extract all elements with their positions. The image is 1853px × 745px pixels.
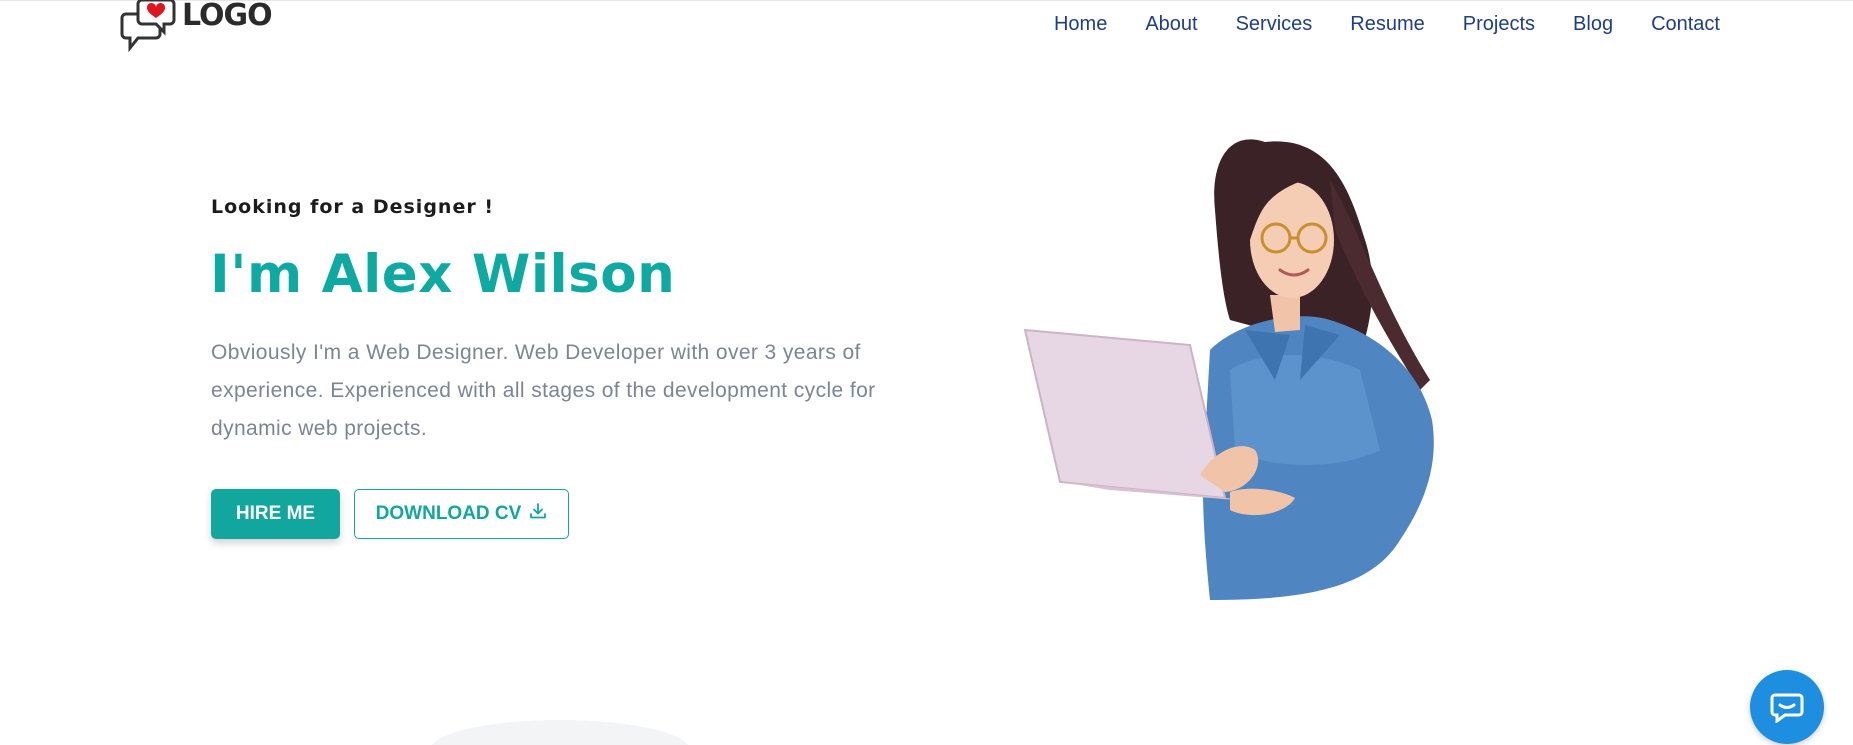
download-cv-label: DOWNLOAD CV [375,503,522,524]
hire-me-label: HIRE ME [235,503,316,524]
chat-bubbles-heart-icon [120,0,184,56]
top-border [0,0,1853,1]
hero-eyebrow: Looking for a Designer ! [211,196,494,218]
download-icon [529,502,547,526]
nav-home[interactable]: Home [1054,10,1107,38]
main-nav: Home About Services Resume Projects Blog… [1016,10,1720,38]
logo[interactable]: LOGO [120,0,273,56]
hire-me-button[interactable]: HIRE ME [211,489,340,539]
decorative-shape [430,720,690,745]
nav-contact[interactable]: Contact [1651,10,1720,38]
hero-portrait-image [1000,120,1460,600]
chat-widget-button[interactable] [1750,670,1824,744]
hero-title: I'm Alex Wilson [210,244,676,305]
nav-about[interactable]: About [1145,10,1197,38]
nav-services[interactable]: Services [1236,10,1313,38]
chat-bubble-icon [1769,687,1805,728]
hero-description: Obviously I'm a Web Designer. Web Develo… [211,341,876,440]
nav-blog[interactable]: Blog [1573,10,1613,38]
nav-resume[interactable]: Resume [1350,10,1424,38]
download-cv-button[interactable]: DOWNLOAD CV [354,489,569,539]
nav-projects[interactable]: Projects [1463,10,1535,38]
logo-text: LOGO [182,0,273,33]
